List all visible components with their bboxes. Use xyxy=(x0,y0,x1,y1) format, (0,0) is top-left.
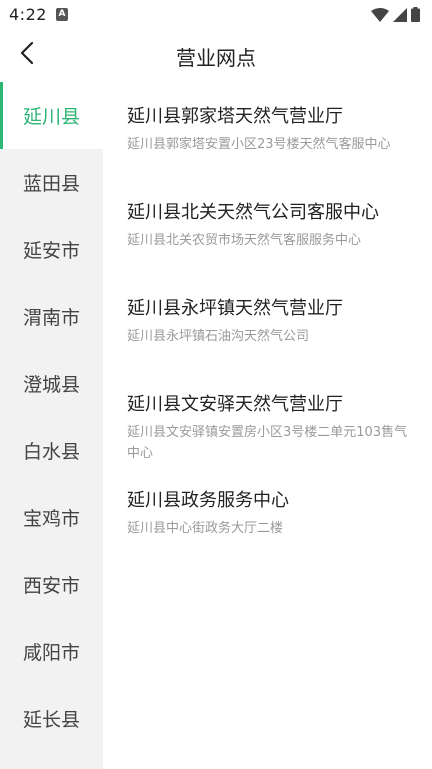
sidebar-item-chengcheng[interactable]: 澄城县 xyxy=(0,350,103,417)
outlet-address: 延川县北关农贸市场天然气客服服务中心 xyxy=(127,233,362,248)
outlet-item[interactable]: 延川县北关天然气公司客服中心 延川县北关农贸市场天然气客服服务中心 xyxy=(127,200,409,251)
status-icons xyxy=(371,7,420,26)
outlet-name: 延川县永坪镇天然气营业厅 xyxy=(127,298,343,319)
outlet-name: 延川县郭家塔天然气营业厅 xyxy=(127,106,343,127)
outlet-address: 延川县永坪镇石油沟天然气公司 xyxy=(127,329,310,344)
outlet-item[interactable]: 延川县政务服务中心 延川县中心街政务大厅二楼 xyxy=(127,488,409,539)
nav-bar: 营业网点 xyxy=(0,30,432,80)
sidebar-item-xianyang[interactable]: 咸阳市 xyxy=(0,618,103,685)
outlet-name: 延川县政务服务中心 xyxy=(127,490,289,511)
sidebar-item-lantian[interactable]: 蓝田县 xyxy=(0,149,103,216)
sidebar-item-yanchuan[interactable]: 延川县 xyxy=(0,82,103,149)
sidebar-item-yanchang[interactable]: 延长县 xyxy=(0,685,103,752)
outlet-item[interactable]: 延川县郭家塔天然气营业厅 延川县郭家塔安置小区23号楼天然气客服中心 xyxy=(127,104,409,155)
wifi-icon xyxy=(371,7,389,26)
outlet-name: 延川县北关天然气公司客服中心 xyxy=(127,202,379,223)
sidebar-item-baishui[interactable]: 白水县 xyxy=(0,417,103,484)
region-sidebar: 延川县 蓝田县 延安市 渭南市 澄城县 白水县 宝鸡市 西安市 咸阳市 延长县 xyxy=(0,82,103,769)
sidebar-item-xian[interactable]: 西安市 xyxy=(0,551,103,618)
outlet-item[interactable]: 延川县永坪镇天然气营业厅 延川县永坪镇石油沟天然气公司 xyxy=(127,296,409,347)
status-bar: 4:22 A xyxy=(0,0,432,30)
outlet-address: 延川县郭家塔安置小区23号楼天然气客服中心 xyxy=(127,137,391,152)
outlet-list: 延川县郭家塔天然气营业厅 延川县郭家塔安置小区23号楼天然气客服中心 延川县北关… xyxy=(103,82,432,769)
sidebar-item-yanan[interactable]: 延安市 xyxy=(0,216,103,283)
sidebar-item-baoji[interactable]: 宝鸡市 xyxy=(0,484,103,551)
status-time: 4:22 xyxy=(9,5,47,24)
sidebar-item-weinan[interactable]: 渭南市 xyxy=(0,283,103,350)
outlet-item[interactable]: 延川县文安驿天然气营业厅 延川县文安驿镇安置房小区3号楼二单元103售气中心 xyxy=(127,392,409,464)
battery-icon xyxy=(411,7,420,26)
page-title: 营业网点 xyxy=(176,46,256,70)
outlet-address: 延川县文安驿镇安置房小区3号楼二单元103售气中心 xyxy=(127,425,408,461)
outlet-name: 延川县文安驿天然气营业厅 xyxy=(127,394,343,415)
outlet-address: 延川县中心街政务大厅二楼 xyxy=(127,521,284,536)
notification-icon: A xyxy=(56,8,68,21)
signal-icon xyxy=(393,7,407,26)
